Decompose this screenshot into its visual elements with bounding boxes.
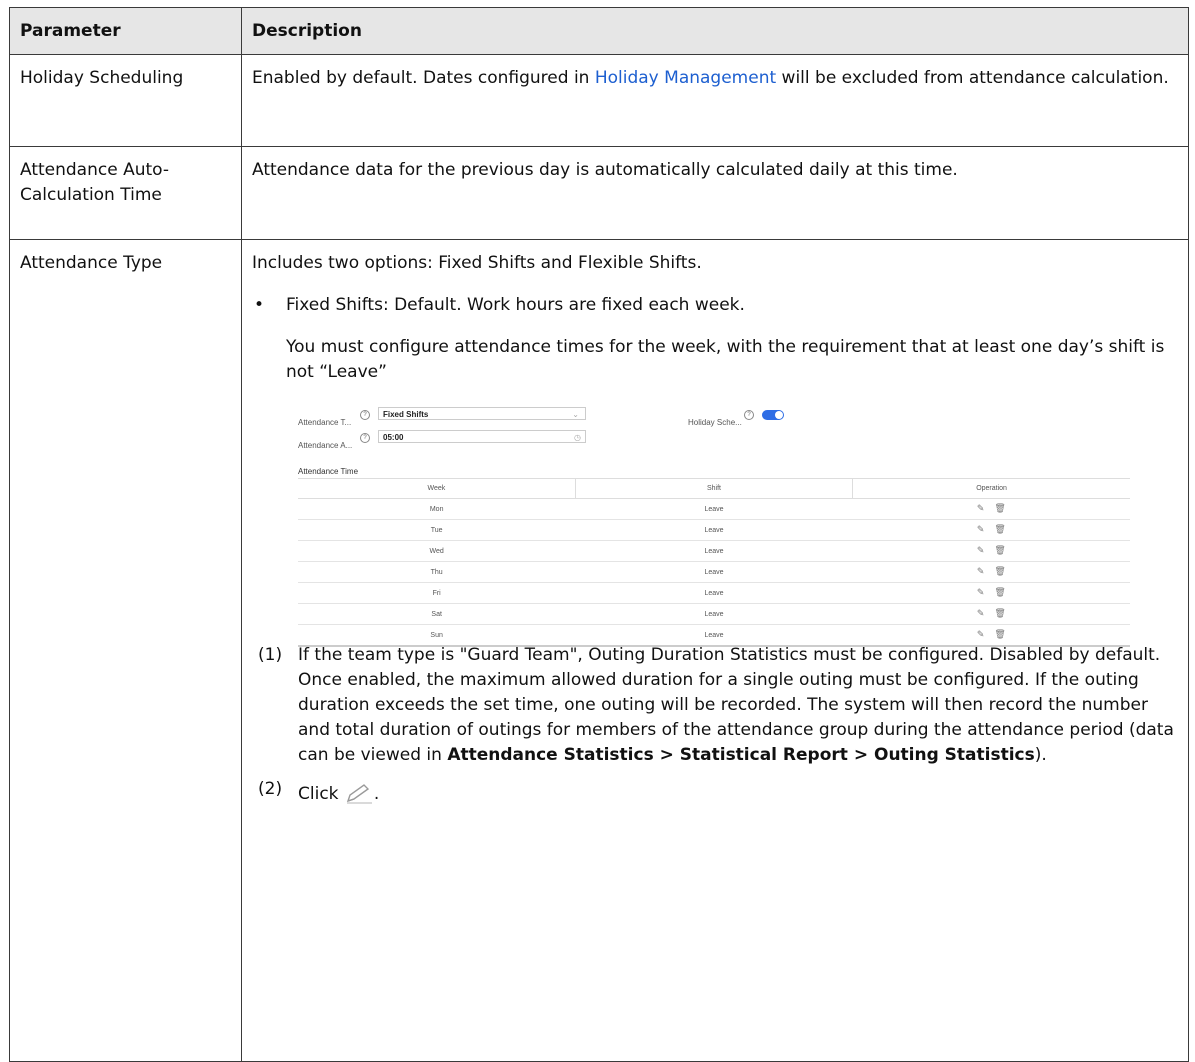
param-holiday-scheduling: Holiday Scheduling — [9, 54, 242, 147]
edit-icon[interactable]: ✎ — [977, 520, 985, 539]
desc-attendance-type: Includes two options: Fixed Shifts and F… — [241, 239, 1189, 1062]
header-parameter: Parameter — [9, 7, 242, 55]
attendance-type-intro: Includes two options: Fixed Shifts and F… — [252, 253, 702, 273]
operation-cell: ✎ 🗑 — [853, 625, 1130, 647]
shift-cell: Leave — [704, 526, 724, 534]
week-cell: Sun — [430, 631, 443, 639]
parameter-table: Parameter Description Holiday Scheduling… — [9, 7, 1189, 1062]
step-2: (2) Click . — [252, 779, 1178, 807]
edit-icon[interactable]: ✎ — [977, 604, 985, 623]
edit-icon[interactable]: ✎ — [977, 499, 985, 518]
delete-icon[interactable]: 🗑 — [994, 541, 1005, 560]
operation-cell: ✎ 🗑 — [853, 499, 1130, 520]
shift-cell: Leave — [704, 568, 724, 576]
bullet-text: Fixed Shifts: Default. Work hours are fi… — [286, 295, 745, 315]
column-header-operation: Operation — [976, 485, 1007, 492]
edit-icon[interactable]: ✎ — [977, 541, 985, 560]
step-1-end: ). — [1034, 745, 1047, 765]
bullet-paragraph: You must configure attendance times for … — [286, 337, 1165, 382]
holiday-management-link[interactable]: Holiday Management — [595, 68, 776, 88]
shift-cell: Leave — [704, 631, 724, 639]
step-2-text: Click . — [298, 782, 1178, 807]
param-attendance-type: Attendance Type — [9, 239, 242, 1062]
shift-cell: Leave — [704, 547, 724, 555]
table-row: Fri Leave ✎ 🗑 — [298, 583, 1130, 604]
table-header-row: Week Shift Operation — [298, 478, 1130, 499]
table-row: Thu Leave ✎ 🗑 — [298, 562, 1130, 583]
shift-cell: Leave — [704, 505, 724, 513]
attendance-type-label: Attendance T... — [298, 418, 352, 427]
shift-cell: Leave — [704, 610, 724, 618]
desc-holiday-scheduling: Enabled by default. Dates configured in … — [241, 54, 1189, 147]
desc-text: Enabled by default. Dates configured in — [252, 68, 595, 88]
help-icon: ? — [360, 433, 370, 443]
table-row: Attendance Type Includes two options: Fi… — [9, 239, 1189, 1062]
week-cell: Sat — [431, 610, 442, 618]
delete-icon[interactable]: 🗑 — [994, 583, 1005, 602]
week-cell: Fri — [432, 589, 441, 597]
week-cell: Mon — [429, 505, 444, 513]
holiday-scheduling-label: Holiday Sche... — [688, 418, 742, 427]
table-row: Sun Leave ✎ 🗑 — [298, 625, 1130, 647]
auto-calc-time-value: 05:00 — [383, 433, 404, 442]
chevron-down-icon: ⌄ — [572, 410, 579, 419]
header-description: Description — [241, 7, 1189, 55]
attendance-settings-screenshot: Attendance T... ? Fixed Shifts ⌄ Holiday … — [290, 403, 1138, 646]
step-2-end: . — [373, 784, 380, 804]
step-1-number: (1) — [258, 645, 283, 665]
operation-cell: ✎ 🗑 — [853, 583, 1130, 604]
week-cell: Wed — [429, 547, 444, 555]
pencil-icon — [346, 784, 372, 804]
step-1: (1) If the team type is "Guard Team", Ou… — [252, 643, 1178, 768]
list-item: • Fixed Shifts: Default. Work hours are … — [252, 293, 1178, 318]
edit-icon[interactable]: ✎ — [977, 583, 985, 602]
table-row: Mon Leave ✎ 🗑 — [298, 499, 1130, 520]
column-header-week: Week — [298, 478, 576, 499]
table-row: Tue Leave ✎ 🗑 — [298, 520, 1130, 541]
table-row: Attendance Auto-Calculation Time Attenda… — [9, 146, 1189, 240]
operation-cell: ✎ 🗑 — [853, 541, 1130, 562]
holiday-scheduling-toggle[interactable] — [762, 410, 784, 420]
operation-cell: ✎ 🗑 — [853, 520, 1130, 541]
step-1-menu-path: Attendance Statistics > Statistical Repo… — [447, 745, 1035, 765]
delete-icon[interactable]: 🗑 — [994, 562, 1005, 581]
table-row: Sat Leave ✎ 🗑 — [298, 604, 1130, 625]
operation-cell: ✎ 🗑 — [853, 562, 1130, 583]
clock-icon: ◷ — [574, 433, 581, 442]
desc-text: will be excluded from attendance calcula… — [776, 68, 1169, 88]
step-2-body: Click — [298, 784, 344, 804]
auto-calc-time-label: Attendance A... — [298, 441, 353, 450]
param-auto-calc-time: Attendance Auto-Calculation Time — [9, 146, 242, 240]
attendance-time-table: Week Shift Operation Mon Leave ✎ 🗑 Tue Leave… — [298, 478, 1130, 647]
table-row: Holiday Scheduling Enabled by default. D… — [9, 54, 1189, 147]
shift-cell: Leave — [704, 589, 724, 597]
attendance-type-value: Fixed Shifts — [383, 410, 429, 419]
delete-icon[interactable]: 🗑 — [994, 625, 1005, 644]
operation-cell: ✎ 🗑 — [853, 604, 1130, 625]
step-1-text: If the team type is "Guard Team", Outing… — [298, 643, 1178, 768]
delete-icon[interactable]: 🗑 — [994, 604, 1005, 623]
edit-icon[interactable]: ✎ — [977, 562, 985, 581]
delete-icon[interactable]: 🗑 — [994, 499, 1005, 518]
step-2-number: (2) — [258, 779, 283, 799]
column-header-shift: Shift — [575, 478, 854, 499]
week-cell: Tue — [430, 526, 443, 534]
table-header-row: Parameter Description — [9, 7, 1189, 55]
delete-icon[interactable]: 🗑 — [994, 520, 1005, 539]
auto-calc-time-input[interactable]: 05:00 ◷ — [378, 430, 586, 443]
desc-auto-calc-time: Attendance data for the previous day is … — [241, 146, 1189, 240]
table-row: Wed Leave ✎ 🗑 — [298, 541, 1130, 562]
help-icon: ? — [360, 410, 370, 420]
help-icon: ? — [744, 410, 754, 420]
bullet-icon: • — [254, 295, 265, 315]
edit-icon[interactable]: ✎ — [977, 625, 985, 644]
week-cell: Thu — [430, 568, 443, 576]
attendance-type-select[interactable]: Fixed Shifts ⌄ — [378, 407, 586, 420]
